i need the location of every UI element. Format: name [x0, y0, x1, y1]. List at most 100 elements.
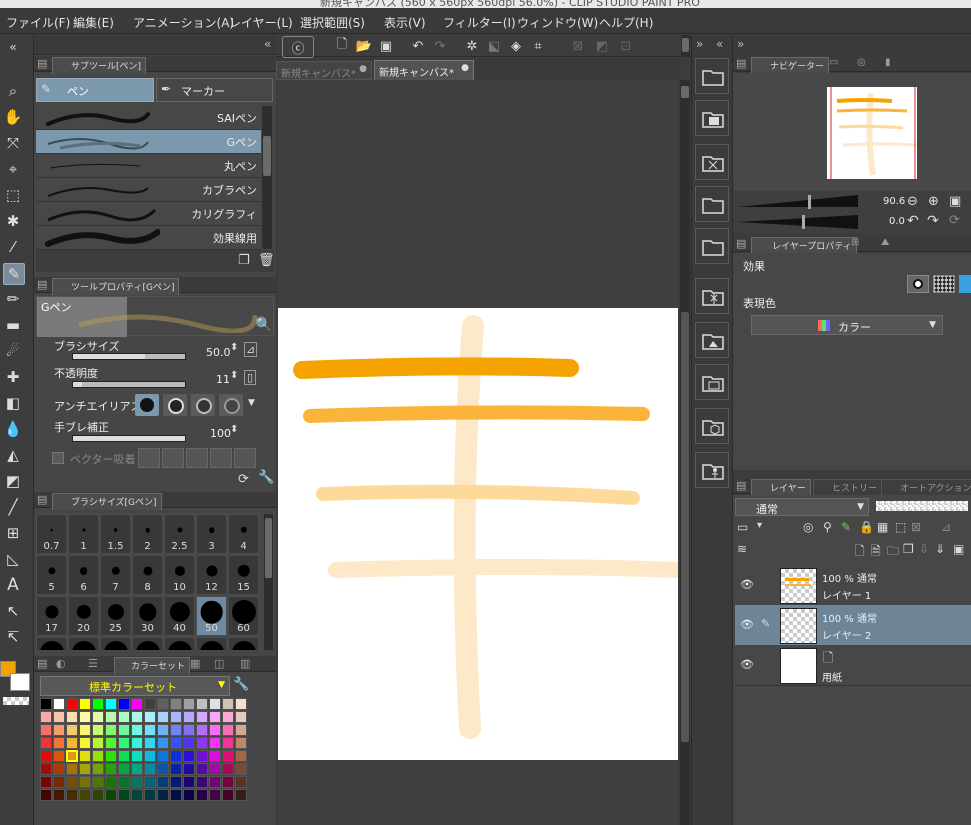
color-swatch[interactable] [222, 776, 234, 788]
brush-size-cell[interactable]: 1.5 [100, 514, 131, 554]
color-swatch[interactable] [222, 763, 234, 775]
color-swatch[interactable] [235, 737, 247, 749]
figure-tool-icon[interactable]: ╱ [3, 497, 23, 517]
layer-opacity-slider[interactable] [876, 501, 968, 511]
color-wheel-tab-icon[interactable]: ◐ [56, 657, 66, 670]
blend-tool-icon[interactable]: 💧 [3, 419, 23, 439]
brush-size-cell[interactable]: 17 [36, 596, 67, 636]
color-swatch[interactable] [66, 776, 78, 788]
color-swatch[interactable] [235, 789, 247, 801]
color-swatch[interactable] [118, 789, 130, 801]
color-swatch[interactable] [53, 776, 65, 788]
color-swatch[interactable] [209, 737, 221, 749]
stabilization-slider[interactable] [72, 435, 186, 442]
frame-tool-icon[interactable]: ⊞ [3, 523, 23, 543]
tab-layer[interactable]: レイヤー [751, 479, 811, 496]
canvas-tab-2[interactable]: 新規キャンバス* ● [374, 60, 474, 80]
color-swatch[interactable] [157, 750, 169, 762]
snap-option[interactable] [138, 448, 160, 468]
color-swatch[interactable] [66, 789, 78, 801]
color-swatch[interactable] [105, 737, 117, 749]
brush-size-cell[interactable]: 60 [228, 596, 259, 636]
tab-navigator[interactable]: ナビゲーター [751, 57, 830, 74]
color-swatch[interactable] [79, 750, 91, 762]
color-swatch[interactable] [40, 698, 52, 710]
collapse-icon[interactable]: « [3, 37, 23, 57]
color-swatch[interactable] [222, 737, 234, 749]
color-swatch[interactable] [79, 698, 91, 710]
color-swatch[interactable] [222, 750, 234, 762]
antialias-weak[interactable] [163, 394, 187, 416]
brush-size-slider[interactable] [72, 353, 186, 360]
color-swatch[interactable] [170, 698, 182, 710]
color-swatch[interactable] [79, 737, 91, 749]
menu-edit[interactable]: 編集(E) [73, 14, 114, 31]
color-swatch[interactable] [183, 711, 195, 723]
subtool-scrollbar[interactable] [262, 106, 272, 249]
vector-snap-checkbox[interactable] [52, 452, 64, 464]
brush-item-effect-line[interactable]: 効果線用 [36, 226, 261, 250]
balloon-tool-icon[interactable]: ↖ [3, 601, 23, 621]
brush-size-cell[interactable]: 0.7 [36, 514, 67, 554]
clip-studio-icon[interactable]: ⓒ [282, 36, 314, 58]
color-swatch[interactable] [66, 724, 78, 736]
tab-history[interactable]: ヒストリー [813, 479, 883, 496]
approximate-color-tab-icon[interactable]: ◫ [214, 657, 224, 670]
color-swatch[interactable] [53, 698, 65, 710]
transparent-color-swatch[interactable] [3, 697, 29, 705]
color-swatch[interactable] [92, 711, 104, 723]
new-folder-icon[interactable]: 🗀 [887, 542, 899, 563]
color-swatch[interactable] [235, 711, 247, 723]
color-swatch[interactable] [209, 776, 221, 788]
paper-layer-row[interactable]: 👁 🗋 用紙 [735, 645, 971, 686]
brush-size-scrollbar[interactable] [264, 514, 273, 650]
color-swatch[interactable] [118, 724, 130, 736]
transform-icon[interactable]: ⌗ [528, 36, 548, 56]
color-swatch[interactable] [105, 763, 117, 775]
info-tab-icon[interactable]: ◎ [857, 57, 866, 68]
antialias-dropdown-icon[interactable]: ▼ [248, 398, 255, 408]
brush-item-maru[interactable]: 丸ペン [36, 154, 261, 178]
sub-color-swatch[interactable] [10, 673, 30, 691]
blend-mode-select[interactable]: 通常 ▼ [735, 498, 869, 516]
antialias-none[interactable] [135, 394, 159, 416]
brush-size-cell[interactable] [132, 637, 163, 650]
brush-size-cell[interactable]: 4 [228, 514, 259, 554]
fill-tool-icon[interactable]: ◭ [3, 445, 23, 465]
color-swatch[interactable] [157, 776, 169, 788]
brush-size-cell[interactable]: 30 [132, 596, 163, 636]
color-swatch[interactable] [105, 698, 117, 710]
menu-help[interactable]: ヘルプ(H) [599, 14, 653, 31]
object-tool-icon[interactable]: ⌖ [3, 159, 23, 179]
color-swatch[interactable] [209, 724, 221, 736]
snap-option[interactable] [210, 448, 232, 468]
redo-icon[interactable]: ↷ [430, 36, 450, 56]
tool-settings-icon[interactable]: 🔍 [255, 317, 272, 333]
eraser-tool-icon[interactable]: ◧ [3, 393, 23, 413]
color-swatch[interactable] [92, 750, 104, 762]
color-swatch[interactable] [131, 789, 143, 801]
tab-auto-action[interactable]: オートアクション [881, 479, 971, 496]
brush-size-cell[interactable]: 15 [228, 555, 259, 595]
brush-size-cell[interactable] [196, 637, 227, 650]
color-swatch[interactable] [222, 789, 234, 801]
brush-tool-icon[interactable]: ▬ [3, 315, 23, 335]
rotate-left-icon[interactable]: ↶ [907, 213, 919, 229]
opacity-link-icon[interactable]: ▯ [244, 370, 257, 385]
panel-menu-icon[interactable]: ▤ [37, 493, 47, 506]
collapse-panel-icon[interactable]: « [264, 37, 271, 51]
menu-layer[interactable]: レイヤー(L) [229, 14, 293, 31]
fit-view-icon[interactable]: ▣ [949, 194, 961, 209]
menu-view[interactable]: 表示(V) [384, 14, 426, 31]
color-swatch[interactable] [92, 737, 104, 749]
tab-layer-property[interactable]: レイヤープロパティ [751, 237, 857, 254]
tab-tool-property[interactable]: ツールプロパティ[Gペン] [52, 278, 180, 295]
brush-item-calligraphy[interactable]: カリグラフィ [36, 202, 261, 226]
color-swatch[interactable] [144, 750, 156, 762]
eye-icon[interactable]: 👁 [740, 618, 754, 631]
color-swatch[interactable] [79, 724, 91, 736]
color-swatch[interactable] [170, 789, 182, 801]
color-swatch[interactable] [131, 724, 143, 736]
color-swatch[interactable] [40, 789, 52, 801]
lock-transparency-icon[interactable]: ▦ [877, 520, 888, 534]
